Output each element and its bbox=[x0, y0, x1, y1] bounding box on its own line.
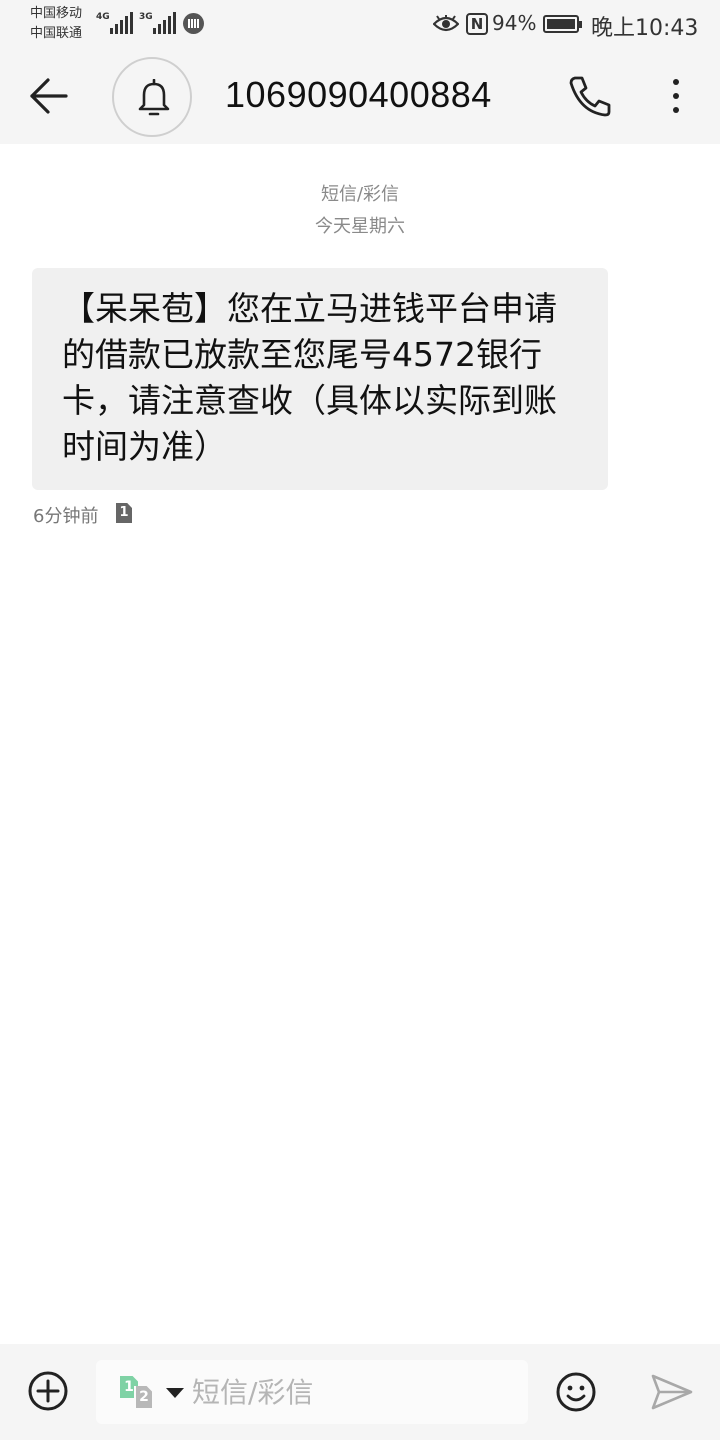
call-button[interactable] bbox=[566, 74, 616, 118]
sim2-network-label: 3G bbox=[139, 12, 153, 22]
sim2-icon: 2 bbox=[134, 1386, 152, 1408]
add-icon bbox=[28, 1371, 68, 1411]
message-timestamp: 6分钟前 bbox=[33, 506, 99, 527]
attach-button[interactable] bbox=[27, 1370, 69, 1412]
clock: 晚上10:43 bbox=[591, 16, 699, 41]
bell-icon bbox=[138, 79, 170, 116]
carrier-1: 中国移动 bbox=[30, 6, 83, 21]
sim-card-icon: 1 bbox=[116, 503, 132, 523]
phone-icon bbox=[569, 76, 611, 117]
message-text: 【呆呆苞】您在立马进钱平台申请的借款已放款至您尾号4572银行卡，请注意查收（具… bbox=[62, 289, 557, 466]
battery-icon bbox=[543, 15, 582, 33]
eye-icon bbox=[433, 15, 459, 32]
message-bubble[interactable]: 【呆呆苞】您在立马进钱平台申请的借款已放款至您尾号4572银行卡，请注意查收（具… bbox=[32, 268, 608, 490]
chevron-down-icon[interactable] bbox=[166, 1388, 184, 1398]
status-bar: 中国移动 中国联通 4G 3G N 94% 晚上10:43 bbox=[0, 0, 720, 48]
sim-switch-button[interactable]: 1 2 bbox=[120, 1376, 160, 1410]
channel-label: 短信/彩信 bbox=[320, 184, 400, 205]
emoji-button[interactable] bbox=[555, 1371, 597, 1413]
contact-number: 1069090400884 bbox=[225, 74, 492, 115]
send-button[interactable] bbox=[650, 1372, 694, 1412]
date-divider: 今天星期六 bbox=[315, 216, 405, 237]
sim2-signal-icon: 3G bbox=[139, 12, 176, 34]
carrier-2: 中国联通 bbox=[30, 26, 83, 41]
sim1-network-label: 4G bbox=[96, 12, 110, 22]
notification-toggle-button[interactable] bbox=[112, 57, 192, 137]
message-input-box: 1 2 bbox=[96, 1360, 528, 1424]
sim1-signal-icon: 4G bbox=[96, 12, 133, 34]
carrier-labels: 中国移动 中国联通 bbox=[30, 4, 82, 44]
conversation-header: 1069090400884 bbox=[0, 48, 720, 144]
battery-percent: 94% bbox=[492, 11, 537, 35]
emoji-icon bbox=[556, 1372, 596, 1412]
back-button[interactable] bbox=[26, 74, 82, 118]
hd-voice-icon bbox=[183, 13, 204, 34]
more-options-button[interactable] bbox=[660, 74, 692, 118]
nfc-icon: N bbox=[466, 13, 488, 35]
message-input[interactable] bbox=[192, 1372, 512, 1412]
composer-bar: 1 2 bbox=[0, 1344, 720, 1440]
back-arrow-icon bbox=[30, 78, 68, 114]
send-icon bbox=[651, 1374, 693, 1410]
